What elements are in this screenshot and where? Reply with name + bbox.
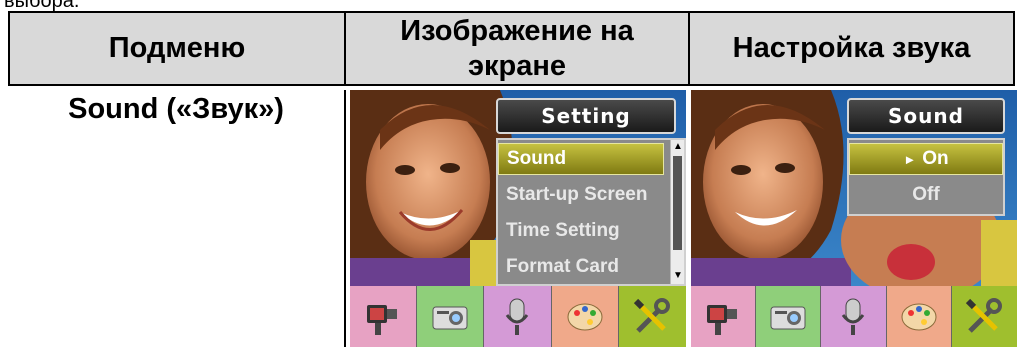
- screen-sound-options: Sound ► On Off: [691, 90, 1017, 347]
- menu-item-sound[interactable]: Sound: [498, 143, 664, 175]
- menu-title: Setting: [496, 98, 676, 134]
- header-submenu: Подменю: [108, 32, 246, 64]
- mode-effects[interactable]: [551, 286, 619, 347]
- menu-item-format-card[interactable]: Format Card: [498, 251, 670, 283]
- menu-item-time-setting[interactable]: Time Setting: [498, 215, 670, 247]
- scrollbar-thumb[interactable]: [673, 156, 682, 250]
- sound-option-off[interactable]: Off: [849, 179, 1003, 211]
- scroll-down-icon[interactable]: ▼: [671, 270, 685, 282]
- table-column-divider: [344, 90, 346, 347]
- menu-scrollbar[interactable]: ▲ ▼: [670, 140, 684, 284]
- screen-settings-menu: Setting Sound Start-up Screen Time Setti…: [350, 90, 686, 347]
- camera-icon: [770, 306, 806, 329]
- sound-title: Sound: [847, 98, 1005, 134]
- wrench-screwdriver-icon: [966, 297, 1003, 333]
- mode-video[interactable]: [691, 286, 757, 347]
- mode-video[interactable]: [350, 286, 418, 347]
- video-camera-icon: [707, 304, 738, 335]
- selection-arrow-icon: ►: [903, 151, 917, 167]
- mode-photo[interactable]: [756, 286, 822, 347]
- mode-settings[interactable]: [951, 286, 1017, 347]
- header-setting: Настройка звука: [732, 32, 971, 64]
- mode-effects[interactable]: [886, 286, 952, 347]
- cut-off-text: выбора.: [4, 0, 80, 12]
- sound-option-on-label: On: [922, 148, 949, 169]
- mode-voice[interactable]: [821, 286, 887, 347]
- palette-icon: [567, 303, 603, 330]
- table-right-border: [1013, 11, 1015, 86]
- sound-option-on[interactable]: ► On: [849, 143, 1003, 175]
- menu-panel: Sound Start-up Screen Time Setting Forma…: [496, 138, 686, 286]
- palette-icon: [901, 303, 937, 330]
- header-screen: Изображение на экране: [400, 14, 634, 82]
- mode-bar: [691, 286, 1017, 347]
- menu-item-startup-screen[interactable]: Start-up Screen: [498, 179, 670, 211]
- mode-settings[interactable]: [618, 286, 686, 347]
- camera-icon: [432, 306, 468, 329]
- video-camera-icon: [367, 304, 398, 335]
- sound-option-off-label: Off: [912, 184, 940, 205]
- microphone-icon: [842, 298, 865, 335]
- mode-voice[interactable]: [484, 286, 552, 347]
- table-header-border: [8, 84, 1015, 86]
- sound-panel: ► On Off: [847, 138, 1005, 216]
- mode-photo[interactable]: [417, 286, 485, 347]
- wrench-screwdriver-icon: [634, 297, 671, 333]
- mode-bar: [350, 286, 686, 347]
- submenu-name: Sound («Звук»): [68, 93, 284, 125]
- scroll-up-icon[interactable]: ▲: [671, 141, 685, 153]
- microphone-icon: [506, 298, 529, 335]
